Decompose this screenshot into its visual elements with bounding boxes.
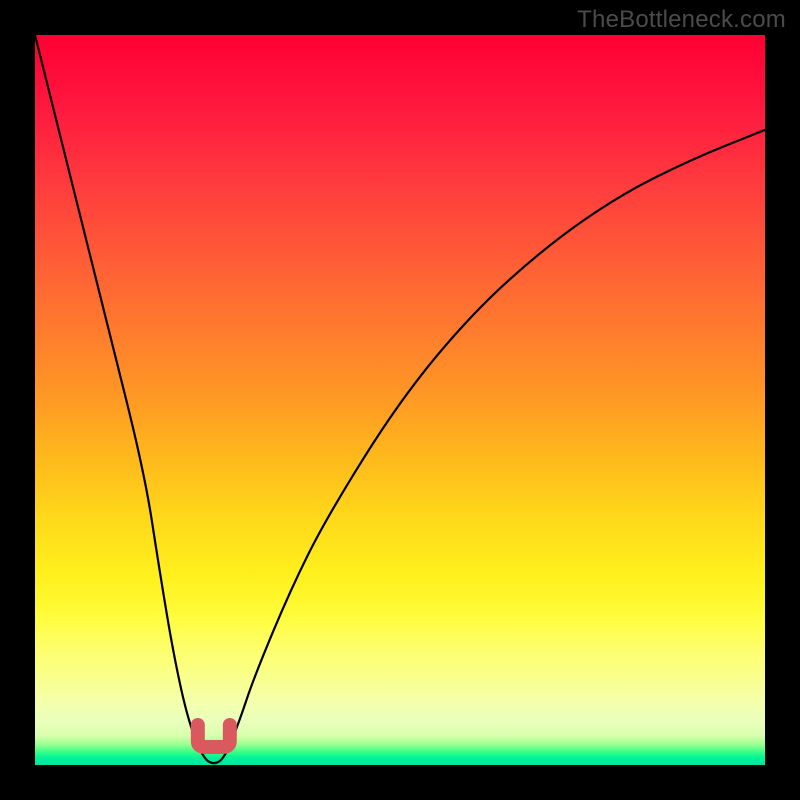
bottleneck-curve — [35, 35, 765, 763]
chart-frame: TheBottleneck.com — [0, 0, 800, 800]
plot-area — [35, 35, 765, 765]
trough-marker — [198, 725, 230, 747]
watermark-text: TheBottleneck.com — [577, 6, 786, 34]
bottleneck-curve-svg — [35, 35, 765, 765]
